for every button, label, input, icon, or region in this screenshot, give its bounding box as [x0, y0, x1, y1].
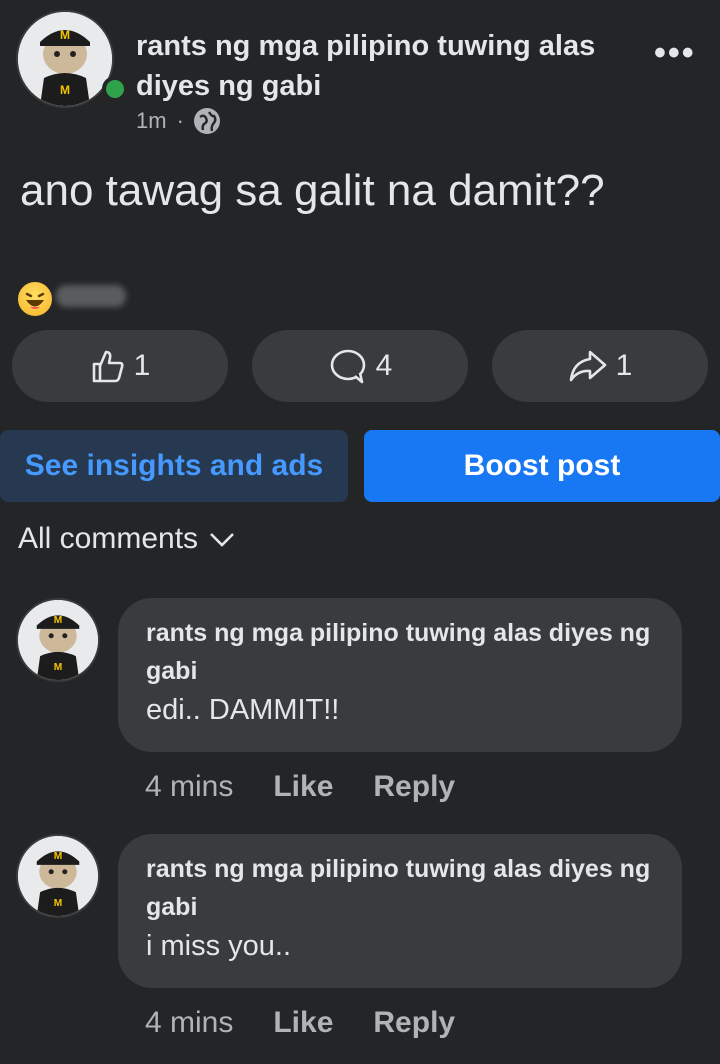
comment-actions: 4 mins Like Reply — [145, 1006, 455, 1040]
comment-author[interactable]: rants ng mga pilipino tuwing alas diyes … — [146, 614, 654, 690]
page-name[interactable]: rants ng mga pilipino tuwing alas diyes … — [136, 26, 646, 106]
boost-post-button[interactable]: Boost post — [364, 430, 720, 502]
svg-text:M: M — [60, 83, 70, 97]
comment-bubble-icon — [330, 349, 365, 384]
meta-separator: · — [176, 108, 184, 133]
comment-count: 4 — [375, 349, 393, 382]
comment-time[interactable]: 4 mins — [145, 770, 233, 804]
comment-text: i miss you.. — [146, 930, 292, 962]
more-options-button[interactable]: ••• — [654, 34, 696, 73]
comment-bubble[interactable]: rants ng mga pilipino tuwing alas diyes … — [118, 598, 682, 752]
share-button[interactable]: 1 — [492, 330, 708, 402]
svg-text:M: M — [54, 898, 62, 909]
comment-reply-button[interactable]: Reply — [373, 1006, 455, 1040]
thumbs-up-icon — [92, 350, 124, 383]
haha-emoji-icon[interactable] — [16, 280, 54, 318]
share-count: 1 — [615, 349, 633, 382]
comment-avatar[interactable]: M M — [16, 598, 100, 682]
chevron-down-icon — [210, 533, 234, 547]
post-meta: 1m · — [136, 108, 220, 134]
comment-like-button[interactable]: Like — [273, 770, 333, 804]
comment-time[interactable]: 4 mins — [145, 1006, 233, 1040]
svg-text:M: M — [54, 662, 62, 673]
comment-like-button[interactable]: Like — [273, 1006, 333, 1040]
post-text: ano tawag sa galit na damit?? — [20, 166, 605, 215]
share-arrow-icon — [569, 350, 606, 382]
comment-avatar[interactable]: M M — [16, 834, 100, 918]
reactor-name-redacted — [56, 285, 126, 307]
comments-filter-label: All comments — [18, 522, 199, 555]
svg-text:M: M — [54, 615, 62, 626]
comment-actions: 4 mins Like Reply — [145, 770, 455, 804]
svg-text:M: M — [54, 851, 62, 862]
comment-reply-button[interactable]: Reply — [373, 770, 455, 804]
online-status-dot — [102, 76, 128, 102]
comment-button[interactable]: 4 — [252, 330, 468, 402]
like-button[interactable]: 1 — [12, 330, 228, 402]
post-time[interactable]: 1m — [136, 108, 167, 134]
comment-text: edi.. DAMMIT!! — [146, 694, 340, 726]
page-avatar[interactable]: M M — [16, 10, 114, 108]
comment-author[interactable]: rants ng mga pilipino tuwing alas diyes … — [146, 850, 654, 926]
comments-filter-dropdown[interactable]: All comments — [18, 522, 236, 556]
like-count: 1 — [133, 349, 151, 382]
see-insights-button[interactable]: See insights and ads — [0, 430, 348, 502]
svg-text:M: M — [60, 28, 70, 42]
globe-icon — [193, 108, 220, 134]
comment-bubble[interactable]: rants ng mga pilipino tuwing alas diyes … — [118, 834, 682, 988]
